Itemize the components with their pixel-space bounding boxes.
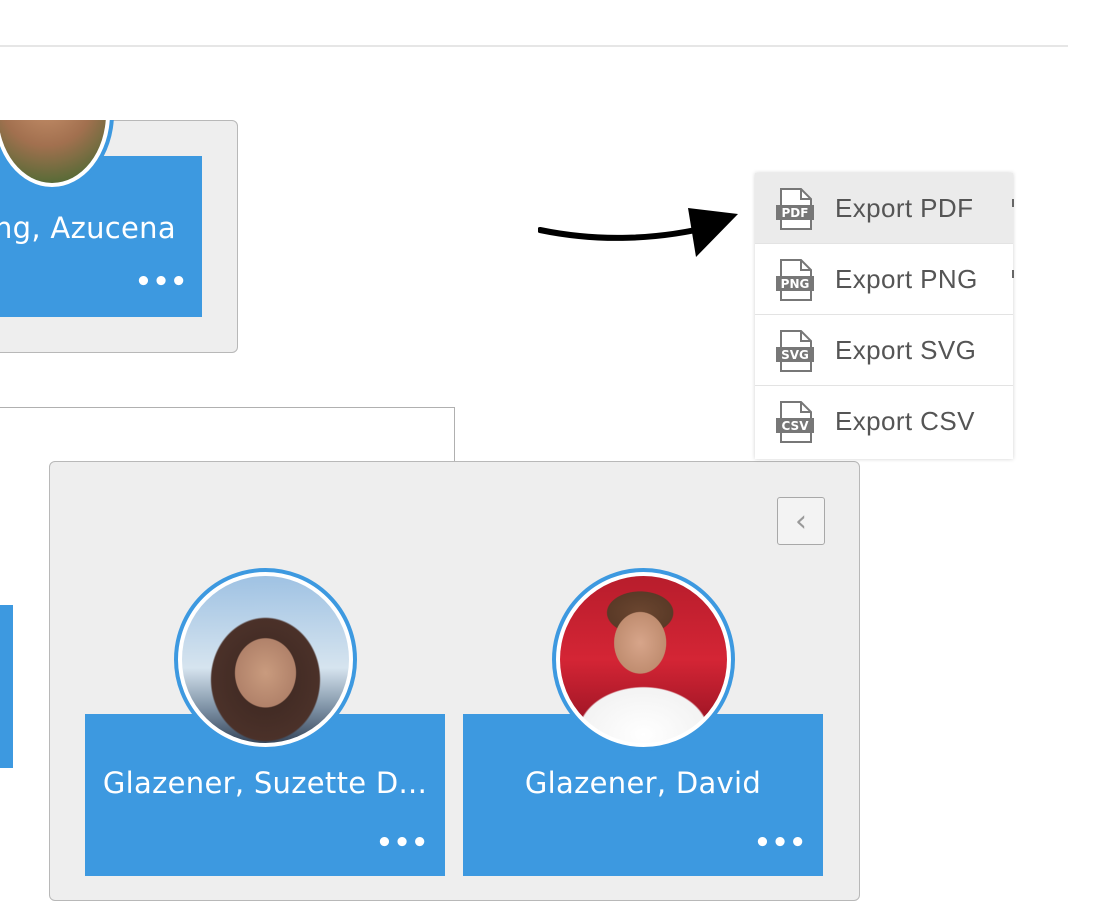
menu-item-label: Export SVG <box>835 335 977 365</box>
csv-file-icon: CSV <box>776 401 814 443</box>
more-options-icon[interactable]: ••• <box>376 830 429 856</box>
header-divider <box>0 45 1068 47</box>
svg-text:SVG: SVG <box>781 348 809 362</box>
avatar <box>552 568 735 751</box>
person-name: ng, Azucena <box>0 211 176 245</box>
chevron-left-icon: ‹ <box>795 503 807 539</box>
pdf-file-icon: PDF <box>776 188 814 230</box>
avatar <box>174 568 357 751</box>
collapse-button[interactable]: ‹ <box>777 497 825 545</box>
menu-item-label: Export CSV <box>835 406 975 436</box>
menu-edge-marker <box>1012 270 1014 278</box>
svg-text:CSV: CSV <box>782 419 810 433</box>
svg-file-icon: SVG <box>776 330 814 372</box>
svg-text:PDF: PDF <box>782 206 809 220</box>
export-pdf-item[interactable]: PDF Export PDF <box>755 173 1013 244</box>
more-options-icon[interactable]: ••• <box>754 830 807 856</box>
png-file-icon: PNG <box>776 259 814 301</box>
menu-edge-marker <box>1012 199 1014 207</box>
menu-item-label: Export PNG <box>835 264 978 294</box>
person-name: Glazener, David <box>524 766 762 800</box>
org-connector-line <box>0 407 455 462</box>
export-csv-item[interactable]: CSV Export CSV <box>755 386 1013 457</box>
svg-text:PNG: PNG <box>781 277 810 291</box>
more-options-icon[interactable]: ••• <box>135 269 188 295</box>
export-svg-item[interactable]: SVG Export SVG <box>755 315 1013 386</box>
person-name: Glazener, Suzette D... <box>102 766 428 800</box>
pointer-arrow-icon <box>538 208 738 257</box>
person-card[interactable] <box>0 605 13 768</box>
export-menu: PDF Export PDF PNG Export PNG SVG Export… <box>755 173 1013 459</box>
export-png-item[interactable]: PNG Export PNG <box>755 244 1013 315</box>
menu-item-label: Export PDF <box>835 193 974 223</box>
